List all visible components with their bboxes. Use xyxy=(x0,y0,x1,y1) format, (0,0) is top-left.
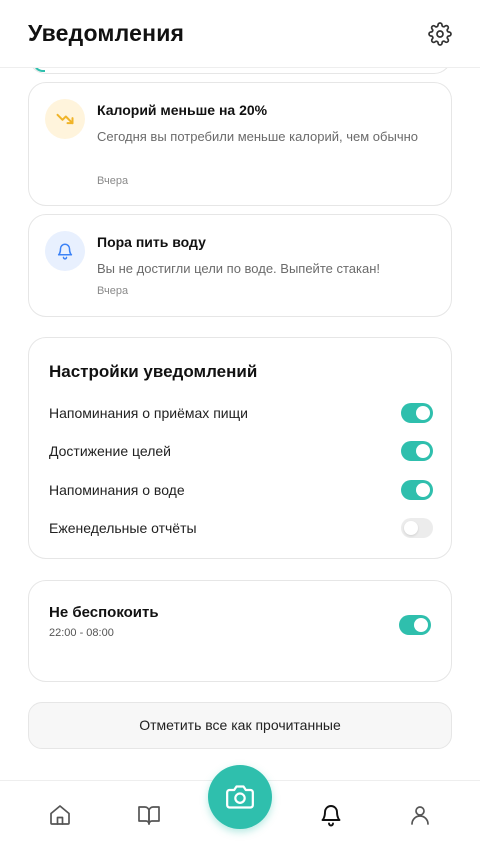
notification-time: Вчера xyxy=(97,175,129,187)
settings-title: Настройки уведомлений xyxy=(49,362,258,381)
notification-card-calories[interactable]: Калорий меньше на 20% Сегодня вы потреби… xyxy=(28,82,452,206)
setting-label: Напоминания о приёмах пищи xyxy=(49,405,248,421)
toggle-knob xyxy=(416,444,430,458)
setting-row-water-reminders: Напоминания о воде xyxy=(49,478,433,502)
do-not-disturb-card: Не беспокоить 22:00 - 08:00 xyxy=(28,580,452,682)
bell-icon[interactable] xyxy=(319,803,343,827)
home-icon[interactable] xyxy=(48,803,72,827)
notification-title: Калорий меньше на 20% xyxy=(97,102,268,118)
notification-card-water[interactable]: Пора пить воду Вы не достигли цели по во… xyxy=(28,214,452,317)
notification-settings-card: Настройки уведомлений Напоминания о приё… xyxy=(28,337,452,559)
setting-label: Напоминания о воде xyxy=(49,482,185,498)
notifications-scroll-area[interactable]: Калорий меньше на 20% Сегодня вы потреби… xyxy=(0,0,480,780)
toggle-knob xyxy=(414,618,428,632)
setting-row-meal-reminders: Напоминания о приёмах пищи xyxy=(49,401,433,425)
trending-down-icon xyxy=(45,99,85,139)
do-not-disturb-title: Не беспокоить xyxy=(49,604,159,621)
user-icon[interactable] xyxy=(408,803,432,827)
water-reminders-toggle[interactable] xyxy=(401,480,433,500)
setting-row-weekly-reports: Еженедельные отчёты xyxy=(49,516,433,540)
meal-reminders-toggle[interactable] xyxy=(401,403,433,423)
notification-title: Пора пить воду xyxy=(97,234,206,250)
camera-icon xyxy=(226,785,254,809)
notification-time: Вчера xyxy=(97,285,129,297)
setting-row-goal-achievements: Достижение целей xyxy=(49,439,433,463)
do-not-disturb-schedule: 22:00 - 08:00 xyxy=(49,627,114,639)
setting-label: Еженедельные отчёты xyxy=(49,520,197,536)
bell-icon xyxy=(45,231,85,271)
page-title: Уведомления xyxy=(28,20,185,46)
mark-all-read-button[interactable]: Отметить все как прочитанные xyxy=(28,702,452,749)
gear-icon[interactable] xyxy=(428,22,452,46)
toggle-knob xyxy=(404,521,418,535)
toggle-knob xyxy=(416,406,430,420)
goal-achievements-toggle[interactable] xyxy=(401,441,433,461)
camera-button[interactable] xyxy=(208,765,272,829)
do-not-disturb-toggle[interactable] xyxy=(399,615,431,635)
notification-body: Вы не достигли цели по воде. Выпейте ста… xyxy=(97,261,381,276)
book-icon[interactable] xyxy=(137,803,161,827)
page-header: Уведомления xyxy=(0,0,480,68)
setting-label: Достижение целей xyxy=(49,443,171,459)
toggle-knob xyxy=(416,483,430,497)
weekly-reports-toggle[interactable] xyxy=(401,518,433,538)
notification-body: Сегодня вы потребили меньше калорий, чем… xyxy=(97,129,419,144)
